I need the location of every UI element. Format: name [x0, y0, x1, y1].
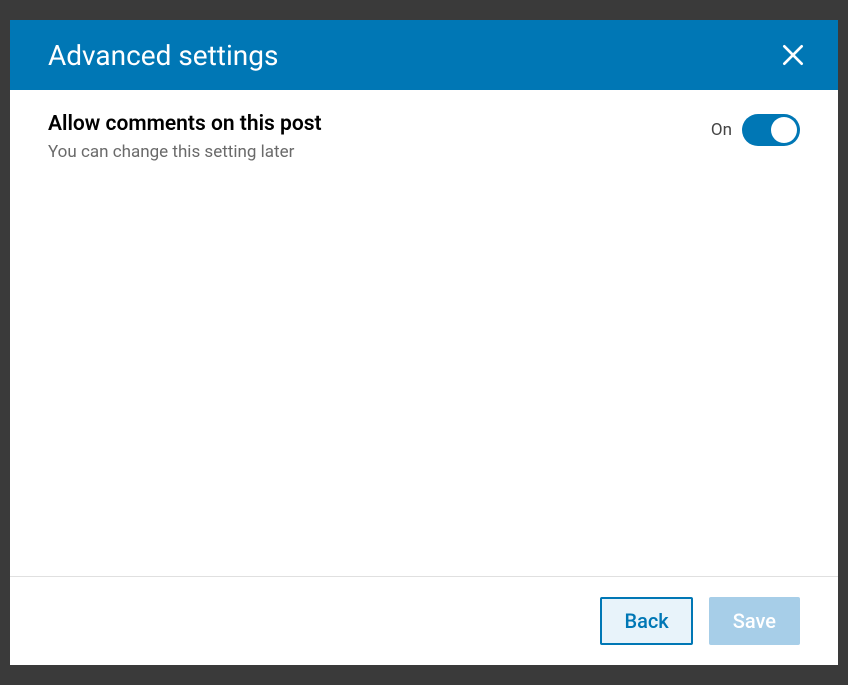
close-icon: [780, 42, 806, 68]
allow-comments-subtitle: You can change this setting later: [48, 142, 711, 162]
allow-comments-setting: Allow comments on this post You can chan…: [48, 112, 800, 162]
back-button[interactable]: Back: [600, 597, 692, 645]
toggle-group: On: [711, 114, 800, 146]
modal-title: Advanced settings: [48, 39, 278, 72]
setting-text: Allow comments on this post You can chan…: [48, 112, 711, 162]
toggle-knob: [771, 117, 797, 143]
save-button[interactable]: Save: [709, 597, 800, 645]
allow-comments-title: Allow comments on this post: [48, 112, 711, 136]
modal-header: Advanced settings: [10, 20, 838, 90]
allow-comments-toggle[interactable]: [742, 114, 800, 146]
close-button[interactable]: [776, 38, 810, 72]
modal-footer: Back Save: [10, 576, 838, 665]
toggle-state-label: On: [711, 120, 732, 140]
modal-body: Allow comments on this post You can chan…: [10, 90, 838, 576]
advanced-settings-modal: Advanced settings Allow comments on this…: [10, 20, 838, 665]
